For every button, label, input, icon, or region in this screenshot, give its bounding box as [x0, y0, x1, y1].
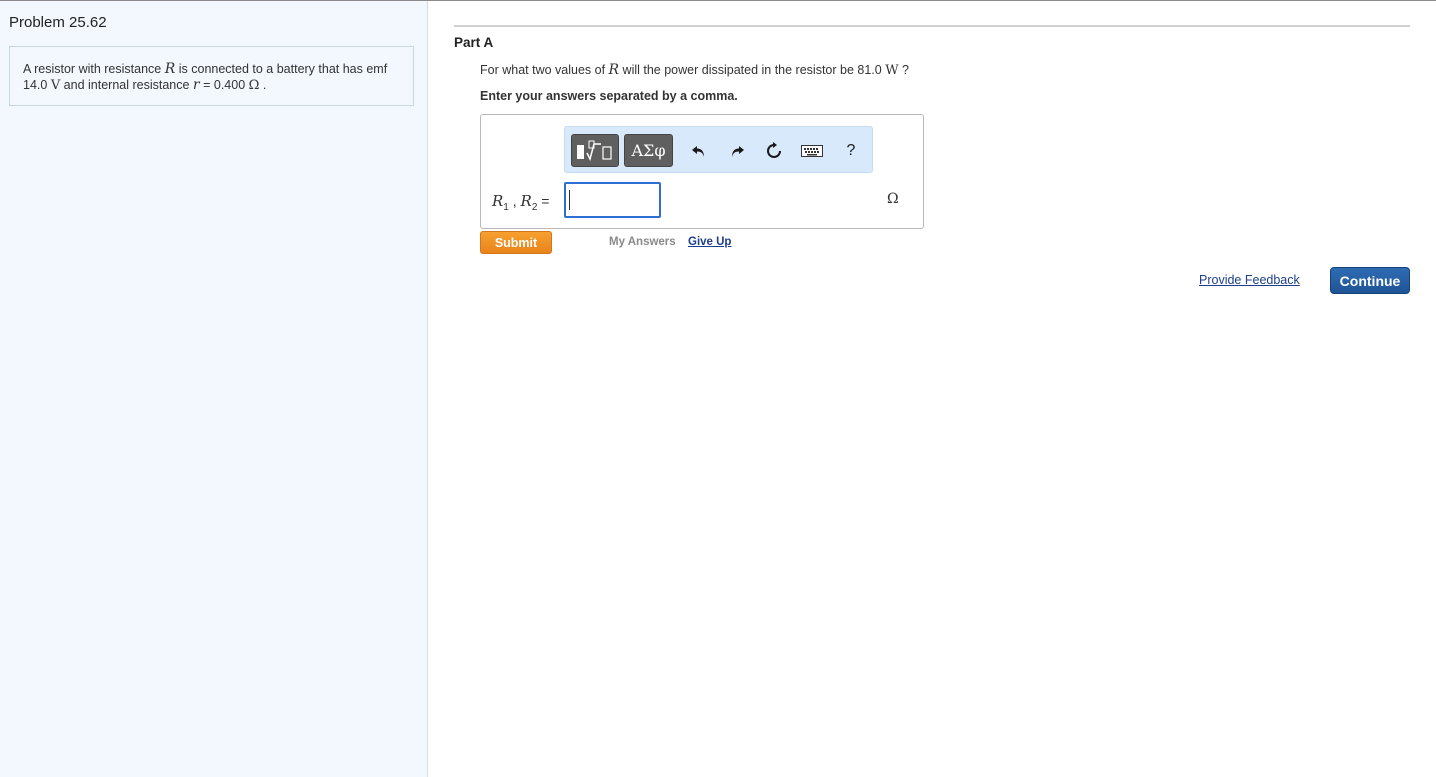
question-fragment: For what two values of	[480, 63, 609, 77]
symbols-button[interactable]: ΑΣφ	[624, 134, 673, 167]
problem-text: and internal resistance	[60, 78, 193, 92]
problem-title: Problem 25.62	[9, 14, 107, 31]
answer-input[interactable]	[564, 182, 661, 218]
unit-watts: W	[885, 63, 899, 78]
var-R: R	[164, 61, 176, 77]
redo-icon[interactable]	[725, 139, 749, 163]
reset-glyph	[767, 142, 781, 158]
give-up-link[interactable]: Give Up	[688, 236, 731, 248]
answer-label: R1 , R2 =	[492, 192, 549, 213]
keyboard-icon[interactable]	[800, 139, 824, 163]
continue-button[interactable]: Continue	[1330, 267, 1410, 294]
help-button[interactable]: ?	[839, 139, 863, 163]
var-r: r	[192, 77, 200, 93]
reset-icon[interactable]	[762, 139, 786, 163]
instruction-text: Enter your answers separated by a comma.	[480, 89, 738, 103]
redo-glyph	[732, 146, 744, 157]
undo-glyph	[692, 146, 704, 157]
question-fragment: ?	[898, 63, 910, 77]
my-answers-link: My Answers	[609, 236, 676, 248]
question-text: For what two values of R will the power …	[480, 62, 909, 78]
problem-statement: A resistor with resistance R is connecte…	[9, 46, 414, 106]
question-fragment: will the power dissipated in the resisto…	[619, 63, 886, 77]
label-R1: R	[492, 192, 504, 210]
answer-unit: Ω	[887, 191, 899, 207]
label-separator: ,	[508, 193, 521, 209]
problem-text: = 0.400	[199, 78, 249, 92]
problem-text: A resistor with resistance	[23, 62, 165, 76]
unit-volts: V	[50, 78, 61, 93]
math-toolbar: ΑΣφ ?	[564, 126, 873, 173]
part-title: Part A	[454, 35, 494, 50]
undo-icon[interactable]	[687, 139, 711, 163]
unit-ohm: Ω	[248, 78, 260, 93]
part-divider	[454, 25, 1410, 27]
text-caret	[569, 190, 570, 210]
answer-box: ΑΣφ ? R1 , R2 = Ω	[480, 114, 924, 229]
problem-text: .	[259, 78, 267, 92]
label-equals: =	[537, 193, 550, 209]
provide-feedback-link[interactable]: Provide Feedback	[1199, 273, 1300, 287]
problem-panel: Problem 25.62 A resistor with resistance…	[0, 1, 428, 777]
keyboard-glyph	[801, 145, 823, 157]
templates-button[interactable]	[571, 134, 619, 167]
question-var-R: R	[608, 62, 620, 78]
label-R2: R	[520, 192, 532, 210]
templates-icon	[577, 140, 612, 161]
submit-button[interactable]: Submit	[480, 231, 552, 254]
